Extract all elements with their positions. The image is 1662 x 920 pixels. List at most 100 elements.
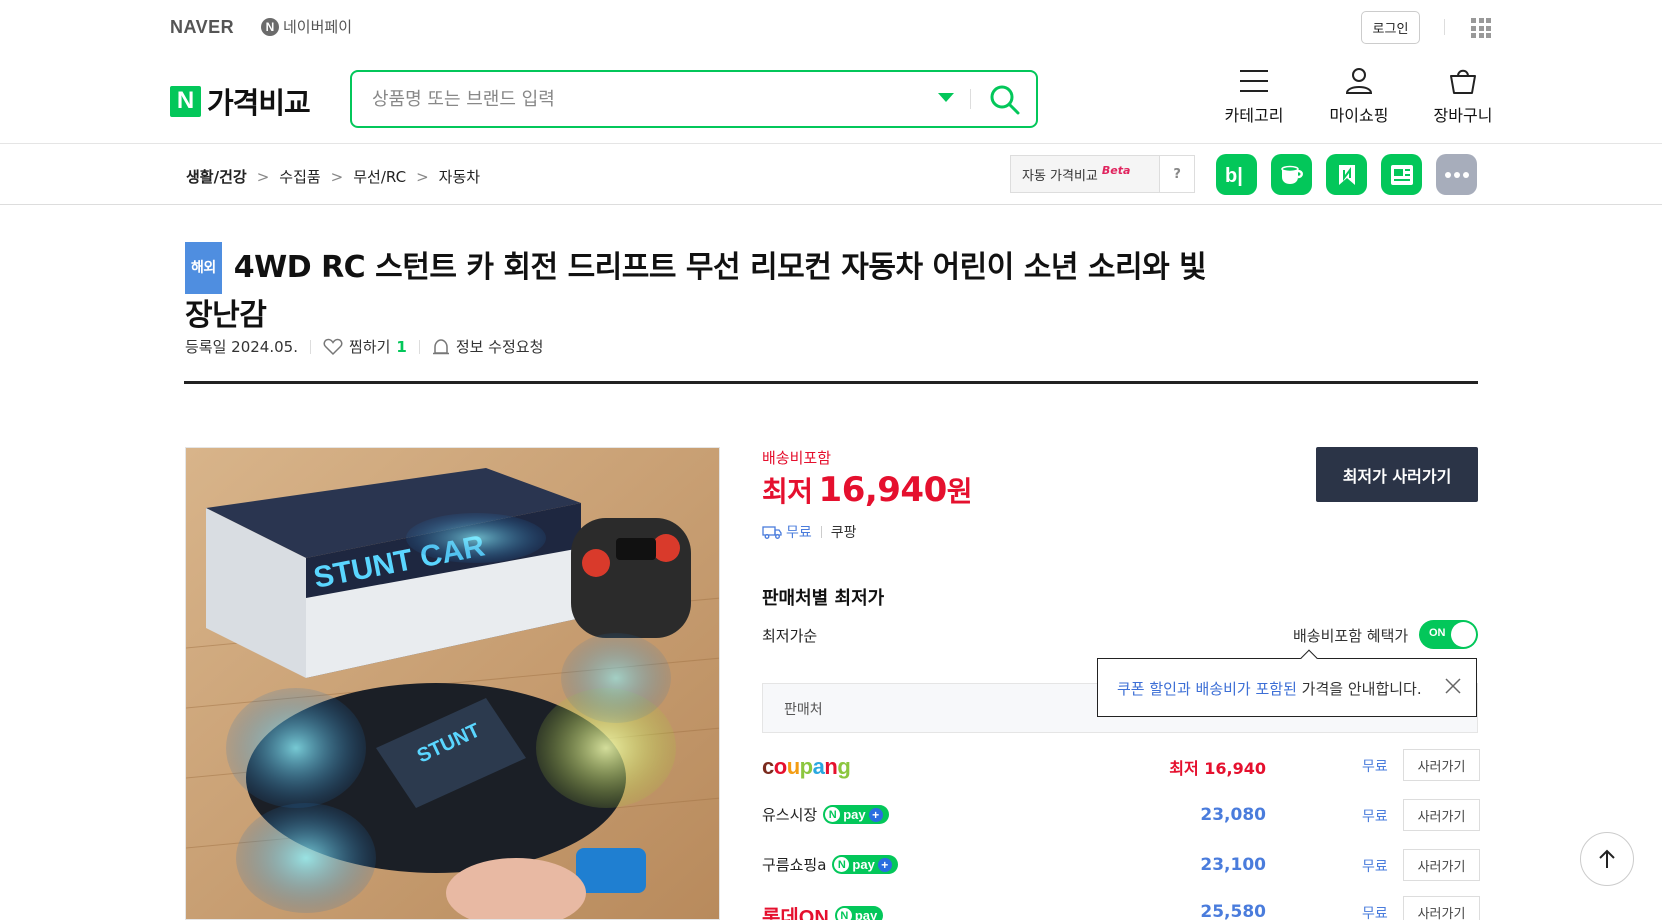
news-icon [1390, 164, 1413, 185]
seller-row: coupang coupang 최저 16,940 무료 사러가기 [762, 746, 1480, 786]
search-button[interactable] [988, 84, 1022, 116]
breadcrumb-separator: > [416, 167, 429, 186]
go-to-store-button[interactable]: 사러가기 [1403, 896, 1480, 920]
tooltip-text: 가격을 안내합니다. [1296, 680, 1422, 698]
tooltip-highlight: 쿠폰 할인과 배송비가 포함된 [1117, 680, 1297, 698]
npay-text: pay [843, 807, 866, 822]
breadcrumb-item[interactable]: 수집품 [279, 166, 320, 187]
category-menu[interactable]: 카테고리 [1219, 68, 1289, 132]
login-button[interactable]: 로그인 [1361, 11, 1420, 44]
truck-icon [762, 526, 782, 539]
naver-n-icon: N [170, 85, 201, 117]
npay-n-icon: N [834, 857, 850, 872]
product-image[interactable]: STUNT CAR STUNT [185, 447, 720, 920]
heart-icon [323, 338, 343, 355]
auto-compare-button[interactable]: 자동 가격비교 Beta [1011, 163, 1159, 184]
top-bar: NAVER N 네이버페이 로그인 [0, 0, 1662, 56]
more-services-icon[interactable] [1436, 154, 1477, 195]
seller-price-prefix: 최저 [1169, 759, 1199, 778]
myshopping-menu[interactable]: 마이쇼핑 [1324, 68, 1394, 132]
npay-plus-badge: Npay + [832, 855, 898, 874]
breadcrumb-item[interactable]: 생활/건강 [186, 166, 247, 187]
brand-text: 가격비교 [207, 86, 311, 120]
seller-price-value: 16,940 [1204, 759, 1266, 778]
cart-menu[interactable]: 장바구니 [1428, 68, 1498, 132]
breadcrumb-separator: > [330, 167, 344, 186]
cafe-cup-icon [1280, 165, 1303, 184]
npay-text: pay [852, 857, 875, 872]
search-input[interactable] [372, 86, 872, 112]
beta-badge: Beta [1101, 163, 1131, 177]
mall-logo-coupang[interactable]: coupang coupang [762, 754, 851, 780]
naver-logo[interactable]: NAVER [170, 17, 234, 38]
npay-n-icon: N [836, 908, 852, 920]
npay-badge: Npay [834, 906, 884, 920]
search-box [350, 70, 1038, 128]
blog-service-icon[interactable]: b| [1216, 154, 1257, 195]
lowest-price-value: 16,940 [818, 470, 948, 510]
product-meta: 등록일 2024.05. 찜하기 1 정보 수정요청 [185, 336, 543, 357]
hamburger-icon [1240, 70, 1268, 92]
plus-icon: + [868, 807, 883, 822]
blog-icon: b| [1225, 165, 1243, 186]
tooltip-arrow [1300, 649, 1318, 667]
toggle-state-label: ON [1429, 627, 1446, 639]
breadcrumb-item[interactable]: 무선/RC [353, 166, 406, 187]
category-label: 카테고리 [1224, 106, 1284, 125]
shipping-info: 무료 쿠팡 [762, 522, 857, 542]
toggle-knob [1451, 622, 1476, 647]
divider [309, 339, 311, 354]
bookmark-service-icon[interactable] [1326, 154, 1367, 195]
search-dropdown-icon[interactable] [938, 93, 954, 102]
benefit-price-toggle[interactable]: ON [1419, 620, 1478, 649]
apps-grid-icon[interactable] [1471, 18, 1491, 38]
alert-bell-icon [432, 338, 449, 354]
news-service-icon[interactable] [1381, 154, 1422, 195]
buy-lowest-button[interactable]: 최저가 사러가기 [1316, 447, 1478, 502]
seller-mall[interactable]: 구름쇼핑a Npay + [762, 854, 898, 875]
benefit-price-label: 배송비포함 혜택가 [1293, 627, 1409, 645]
go-to-store-button[interactable]: 사러가기 [1403, 849, 1480, 881]
breadcrumb-separator: > [256, 167, 270, 186]
cafe-service-icon[interactable] [1271, 154, 1312, 195]
search-icon [990, 85, 1020, 115]
seller-section-title: 판매처별 최저가 [762, 588, 885, 609]
category-bar: 생활/건강 > 수집품 > 무선/RC > 자동차 자동 가격비교 Beta ?… [0, 144, 1662, 205]
product-title: 해외 4WD RC 스턴트 카 회전 드리프트 무선 리모컨 자동차 어린이 소년… [185, 242, 1215, 338]
seller-column-header: 판매처 [784, 702, 823, 718]
lotteon-logo: 롯데ON [762, 907, 829, 920]
mall-name-text: 유스시장 [762, 806, 818, 824]
coupang-logo: coupang [762, 754, 851, 779]
breadcrumb-item[interactable]: 자동차 [439, 166, 480, 187]
auto-compare-widget: 자동 가격비교 Beta ? [1010, 155, 1195, 193]
help-button[interactable]: ? [1159, 156, 1194, 192]
naverpay-link[interactable]: N 네이버페이 [261, 16, 352, 37]
go-to-store-button[interactable]: 사러가기 [1403, 799, 1480, 831]
sort-lowest-price[interactable]: 최저가순 [762, 625, 817, 646]
product-title-text: 4WD RC 스턴트 카 회전 드리프트 무선 리모컨 자동차 어린이 소년 소… [185, 250, 1207, 333]
tooltip-message: 쿠폰 할인과 배송비가 포함된 가격을 안내합니다. [1117, 678, 1422, 699]
tooltip-close-button[interactable] [1443, 676, 1463, 696]
info-fix-request-label: 정보 수정요청 [455, 338, 544, 356]
product-title-area: 해외 4WD RC 스턴트 카 회전 드리프트 무선 리모컨 자동차 어린이 소년… [185, 242, 1215, 338]
seller-shipping: 무료 [1362, 759, 1388, 775]
brand-logo[interactable]: N 가격비교 [170, 80, 311, 122]
seller-mall[interactable]: 유스시장 Npay + [762, 804, 889, 825]
divider [820, 526, 822, 538]
rc-car-product-photo: STUNT CAR STUNT [186, 448, 719, 919]
breadcrumb: 생활/건강 > 수집품 > 무선/RC > 자동차 [186, 166, 480, 187]
price-unit: 원 [946, 475, 973, 508]
cart-label: 장바구니 [1433, 106, 1493, 125]
seller-mall[interactable]: 롯데ON Npay [762, 901, 884, 920]
naverpay-label: 네이버페이 [283, 18, 353, 36]
divider [970, 89, 971, 109]
lowest-mall-name[interactable]: 쿠팡 [831, 522, 857, 542]
seller-row: 구름쇼핑a Npay + 23,100 무료 사러가기 [762, 846, 1480, 886]
info-fix-request-button[interactable]: 정보 수정요청 [432, 336, 544, 357]
go-to-store-button[interactable]: 사러가기 [1403, 749, 1480, 781]
shipping-included-label: 배송비포함 [762, 449, 832, 467]
scroll-to-top-button[interactable] [1580, 832, 1634, 886]
zzim-button[interactable]: 찜하기 1 [323, 336, 407, 357]
seller-shipping: 무료 [1362, 859, 1388, 875]
seller-price: 23,080 [1200, 805, 1266, 825]
